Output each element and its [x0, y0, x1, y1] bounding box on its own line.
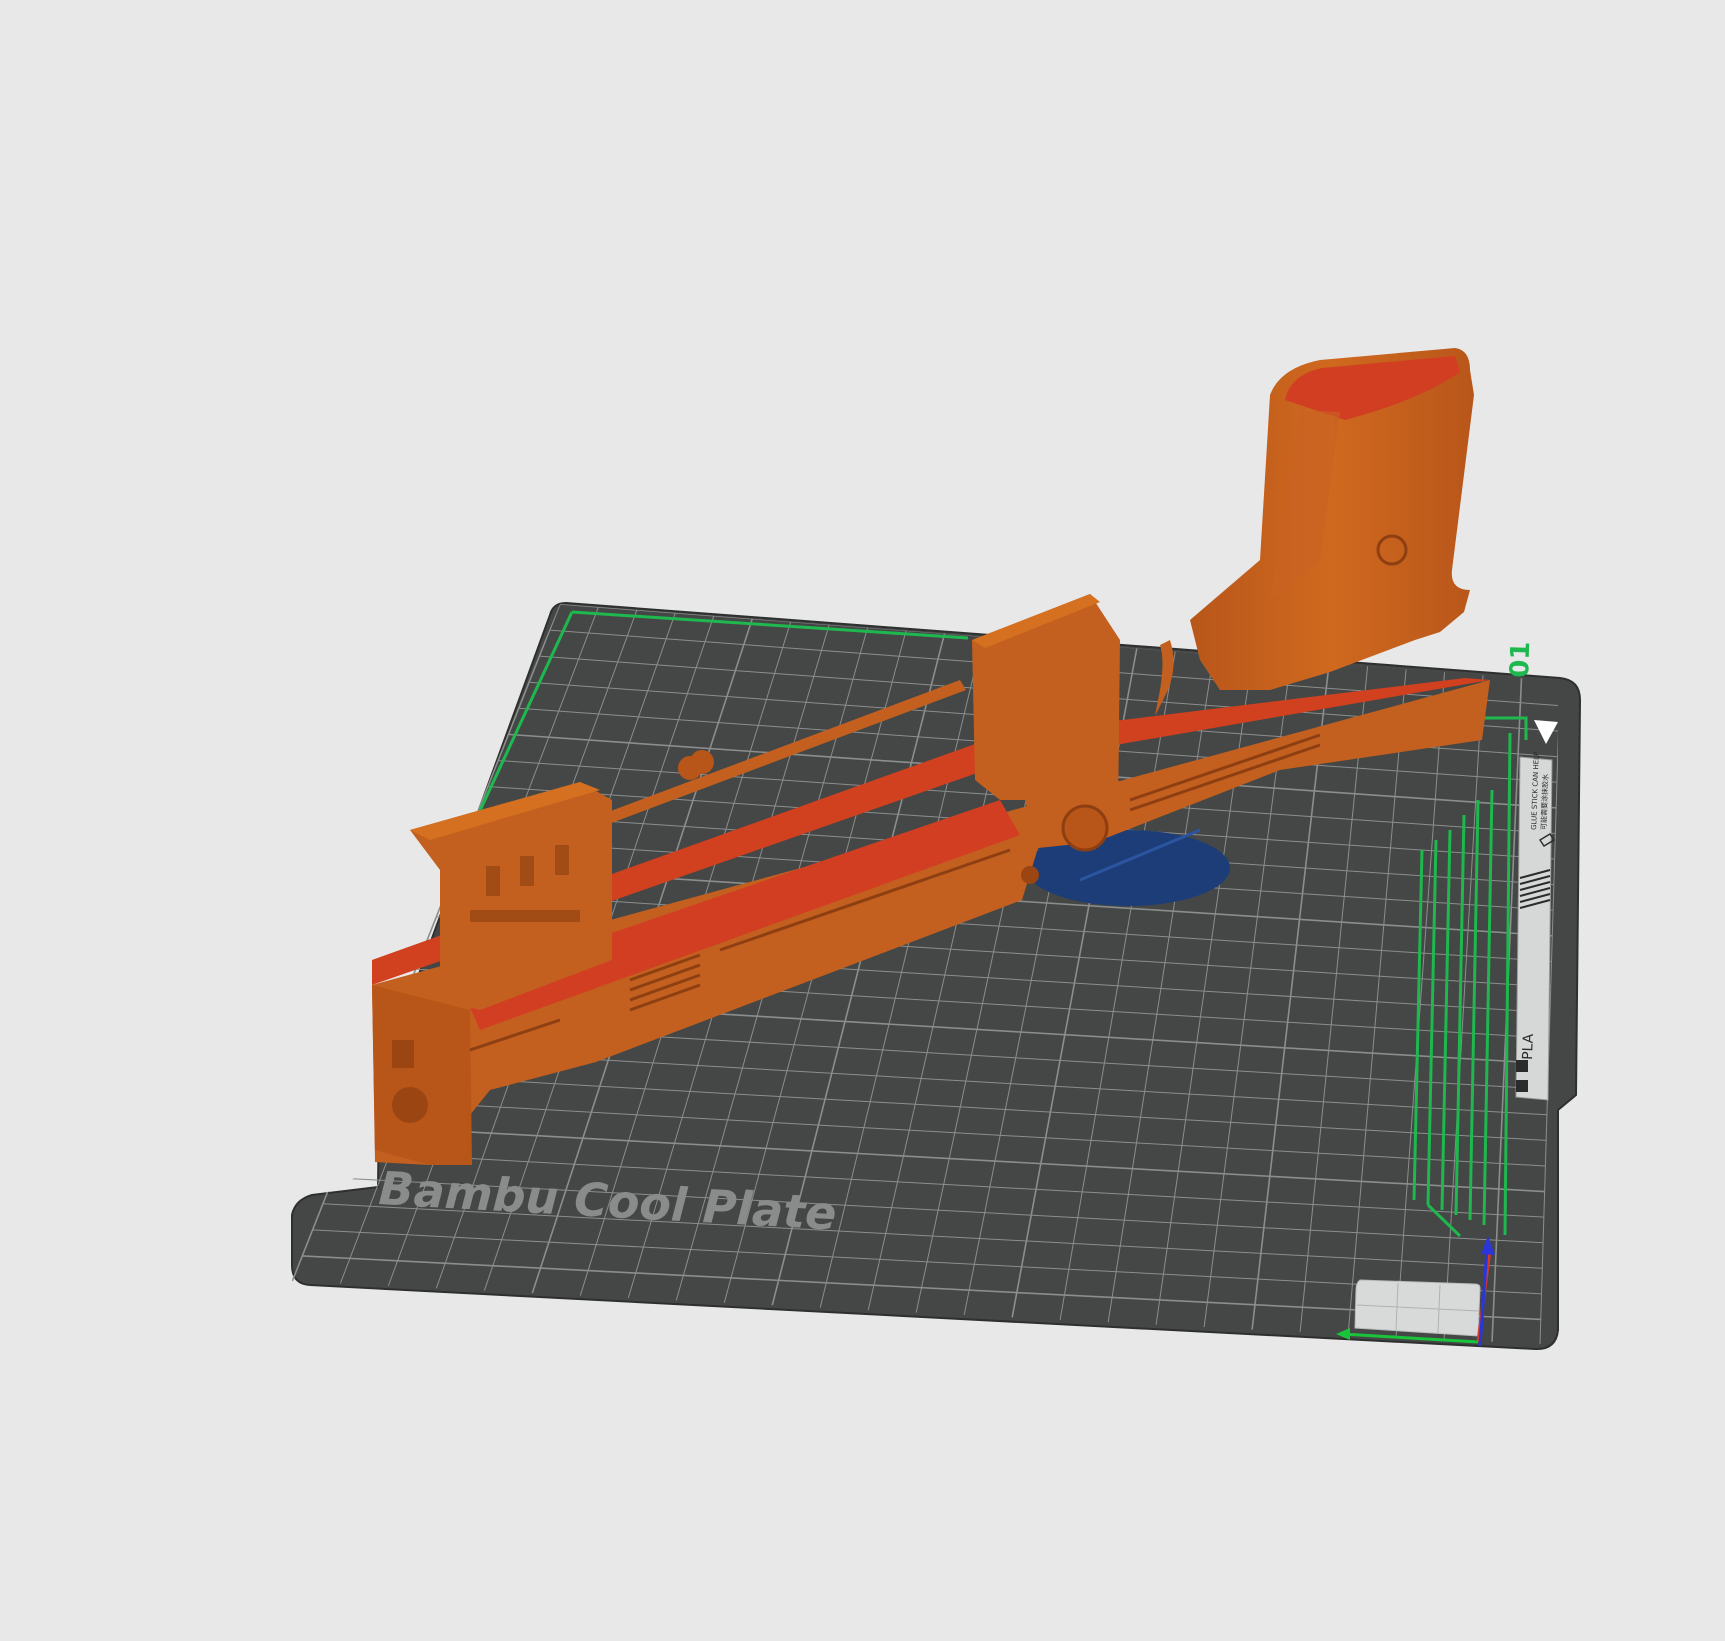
muzzle-detail [392, 1087, 428, 1123]
plate-index: 01 [1505, 641, 1536, 678]
3d-viewport[interactable]: Bambu Cool Plate 01 PLA GLUE STICK CAN H… [0, 0, 1725, 1641]
tower-bolt [1061, 804, 1109, 852]
muzzle-slot [392, 1040, 414, 1068]
origin-marker [1354, 1279, 1481, 1337]
bambu-logo-icon [1516, 1080, 1528, 1092]
sticker-material: PLA [1520, 1033, 1537, 1060]
build-plate-scene[interactable]: Bambu Cool Plate 01 PLA GLUE STICK CAN H… [0, 0, 1725, 1641]
qr-code-icon [1516, 1060, 1528, 1072]
model-muzzle-face [372, 985, 472, 1165]
